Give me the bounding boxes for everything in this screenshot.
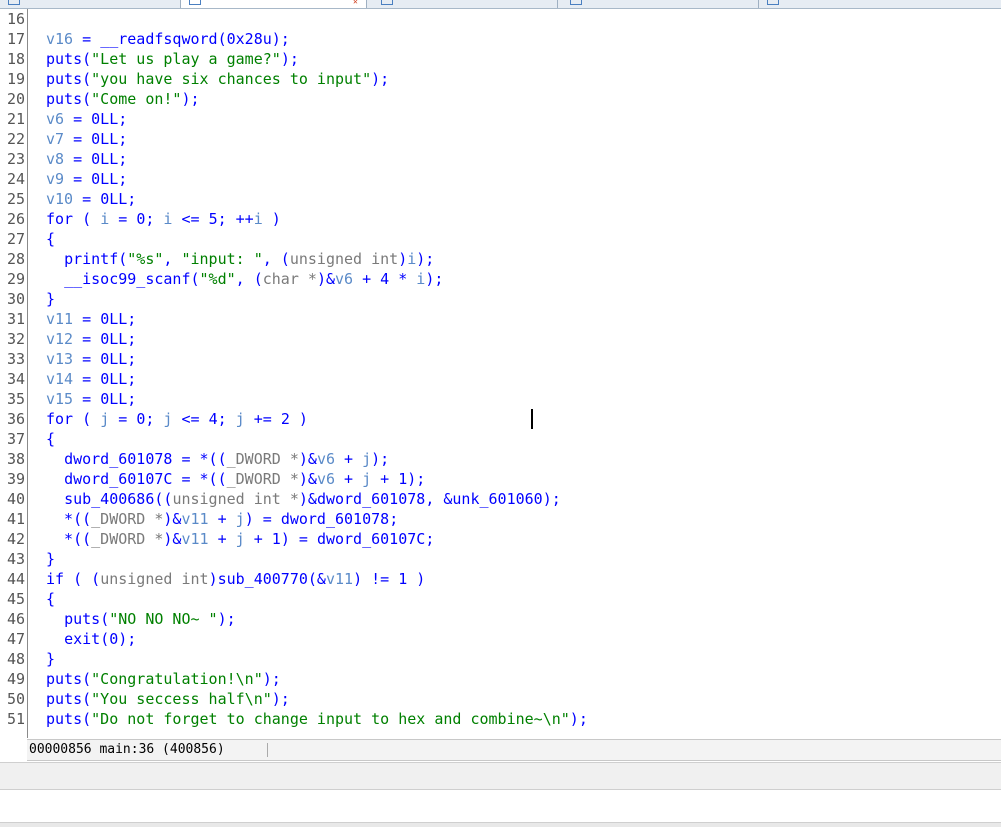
line-number: 18: [6, 50, 25, 68]
code-line[interactable]: exit(0);: [46, 629, 136, 649]
line-number: 50: [6, 690, 25, 708]
line-number: 44: [6, 570, 25, 588]
output-pane[interactable]: [0, 790, 1001, 822]
code-line[interactable]: {: [46, 229, 55, 249]
line-number: 45: [6, 590, 25, 608]
code-line[interactable]: v11 = 0LL;: [46, 309, 136, 329]
line-number: 24: [6, 170, 25, 188]
line-number: 28: [6, 250, 25, 268]
code-line[interactable]: v8 = 0LL;: [46, 149, 127, 169]
line-number: 48: [6, 650, 25, 668]
line-number: 38: [6, 450, 25, 468]
code-line[interactable]: }: [46, 289, 55, 309]
line-number: 49: [6, 670, 25, 688]
code-line[interactable]: printf("%s", "input: ", (unsigned int)i)…: [46, 249, 434, 269]
tab-structures-icon: [570, 0, 582, 5]
line-number: 42: [6, 530, 25, 548]
code-line[interactable]: }: [46, 549, 55, 569]
line-number: 21: [6, 110, 25, 128]
code-line[interactable]: *((_DWORD *)&v11 + j + 1) = dword_60107C…: [46, 529, 434, 549]
code-line[interactable]: v12 = 0LL;: [46, 329, 136, 349]
line-number: 27: [6, 230, 25, 248]
tab-pseudocode-icon: [189, 0, 201, 5]
line-number: 40: [6, 490, 25, 508]
code-line[interactable]: __isoc99_scanf("%d", (char *)&v6 + 4 * i…: [46, 269, 443, 289]
code-line[interactable]: puts("You seccess half\n");: [46, 689, 290, 709]
line-number: 35: [6, 390, 25, 408]
close-icon[interactable]: ✕: [353, 0, 358, 6]
pseudocode-view[interactable]: 16 17 18 19 20 21 22 23 24 25 26 27 28 29 30 31 32 33 34 35…: [0, 9, 1001, 739]
line-number: 32: [6, 330, 25, 348]
line-number: 39: [6, 470, 25, 488]
tab-hex-icon: [381, 0, 393, 5]
tab-ida-view[interactable]: [0, 0, 181, 8]
line-number: 23: [6, 150, 25, 168]
line-number: 43: [6, 550, 25, 568]
code-line[interactable]: dword_601078 = *((_DWORD *)&v6 + j);: [46, 449, 389, 469]
code-line[interactable]: v14 = 0LL;: [46, 369, 136, 389]
line-number: 26: [6, 210, 25, 228]
line-number: 31: [6, 310, 25, 328]
code-line[interactable]: v6 = 0LL;: [46, 109, 127, 129]
bottom-edge: [0, 822, 1001, 827]
line-number: 22: [6, 130, 25, 148]
code-line[interactable]: v9 = 0LL;: [46, 169, 127, 189]
status-address: 00000856 main:36 (400856): [29, 742, 225, 757]
code-line[interactable]: if ( (unsigned int)sub_400770(&v11) != 1…: [46, 569, 425, 589]
line-number: 46: [6, 610, 25, 628]
tab-enums[interactable]: [759, 0, 1001, 8]
code-line[interactable]: puts("Do not forget to change input to h…: [46, 709, 588, 729]
code-line[interactable]: puts("Let us play a game?");: [46, 49, 299, 69]
code-line[interactable]: v16 = __readfsqword(0x28u);: [46, 29, 290, 49]
line-number: 41: [6, 510, 25, 528]
tab-structures[interactable]: [558, 0, 759, 8]
code-line[interactable]: v7 = 0LL;: [46, 129, 127, 149]
line-number: 29: [6, 270, 25, 288]
code-line[interactable]: *((_DWORD *)&v11 + j) = dword_601078;: [46, 509, 398, 529]
line-number: 36: [6, 410, 25, 428]
line-number: 30: [6, 290, 25, 308]
code-line[interactable]: }: [46, 649, 55, 669]
line-number: 37: [6, 430, 25, 448]
line-number: 51: [6, 710, 25, 728]
line-number: 20: [6, 90, 25, 108]
pane-divider[interactable]: [0, 762, 1001, 790]
code-line[interactable]: {: [46, 589, 55, 609]
line-number-gutter: 16 17 18 19 20 21 22 23 24 25 26 27 28 29 30 31 32 33 34 35…: [0, 9, 28, 738]
line-number: 25: [6, 190, 25, 208]
code-line[interactable]: v13 = 0LL;: [46, 349, 136, 369]
text-cursor: [531, 409, 533, 429]
code-line[interactable]: v10 = 0LL;: [46, 189, 136, 209]
line-number: 47: [6, 630, 25, 648]
code-line[interactable]: puts("Congratulation!\n");: [46, 669, 281, 689]
code-line[interactable]: for ( j = 0; j <= 4; j += 2 ): [46, 409, 308, 429]
line-number: 33: [6, 350, 25, 368]
line-number: 16: [6, 10, 25, 28]
code-line[interactable]: {: [46, 429, 55, 449]
tab-bar: ✕: [0, 0, 1001, 9]
code-line[interactable]: for ( i = 0; i <= 5; ++i ): [46, 209, 281, 229]
status-separator: [267, 743, 268, 757]
tab-view-icon: [8, 0, 20, 5]
line-number: 19: [6, 70, 25, 88]
code-line[interactable]: v15 = 0LL;: [46, 389, 136, 409]
code-line[interactable]: dword_60107C = *((_DWORD *)&v6 + j + 1);: [46, 469, 425, 489]
line-number: 17: [6, 30, 25, 48]
line-number: 34: [6, 370, 25, 388]
code-line[interactable]: puts("Come on!");: [46, 89, 200, 109]
code-line[interactable]: sub_400686((unsigned int *)&dword_601078…: [46, 489, 561, 509]
tab-pseudocode[interactable]: ✕: [181, 0, 367, 8]
tab-hex-view[interactable]: [367, 0, 558, 8]
code-line[interactable]: puts("you have six chances to input");: [46, 69, 389, 89]
code-line[interactable]: puts("NO NO NO~ ");: [46, 609, 236, 629]
tab-enums-icon: [767, 0, 779, 5]
status-bar: 00000856 main:36 (400856): [27, 739, 1001, 761]
